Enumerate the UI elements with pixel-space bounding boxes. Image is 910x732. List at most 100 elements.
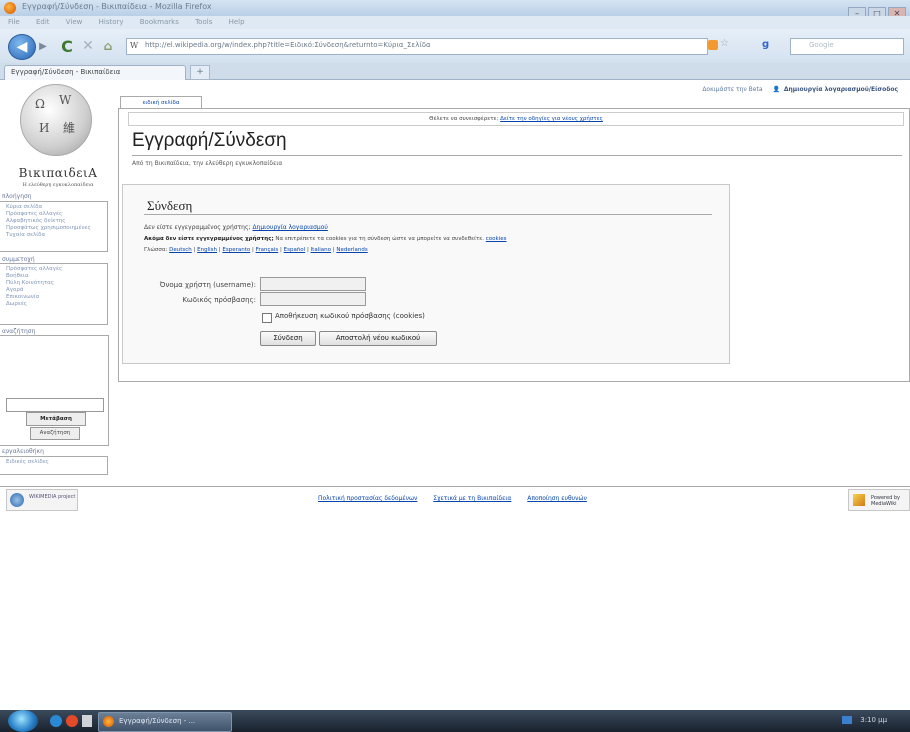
cookies-notice: Ακόμα δεν είστε εγγεγραμμένος χρήστης; Ν… [144, 236, 506, 242]
lang-nederlands[interactable]: Nederlands [336, 247, 367, 253]
window-title: Εγγραφή/Σύνδεση - Βικιπαίδεια - Mozilla … [22, 2, 212, 11]
lang-espanol[interactable]: Español [284, 247, 306, 253]
menu-file[interactable]: File [8, 18, 20, 26]
system-tray: 3:10 μμ [842, 716, 887, 724]
toolbox-header: εργαλειοθήκη [2, 448, 44, 455]
sidebar-item-portal[interactable]: Πύλη Κοινότητας [6, 280, 107, 287]
home-icon: ⌂ [103, 39, 113, 53]
clock[interactable]: 3:10 μμ [860, 716, 887, 724]
login-legend: Σύνδεση [147, 198, 193, 213]
forward-button[interactable]: ▶ [36, 39, 50, 53]
mediawiki-icon [853, 494, 865, 506]
user-icon: 👤 [772, 86, 780, 93]
menu-view[interactable]: View [66, 18, 83, 26]
menu-help[interactable]: Help [229, 18, 245, 26]
cookies-link[interactable]: cookies [486, 236, 507, 242]
search-button[interactable]: Αναζήτηση [30, 427, 80, 440]
google-icon: g [762, 39, 770, 50]
firefox-icon [4, 2, 16, 14]
sidebar-item-main-page[interactable]: Κύρια σελίδα [6, 204, 107, 211]
sidebar-item-contact[interactable]: Επικοινωνία [6, 294, 107, 301]
window-title-bar[interactable]: Εγγραφή/Σύνδεση - Βικιπαίδεια - Mozilla … [0, 0, 910, 16]
wikimedia-logo[interactable]: WIKIMEDIA project [6, 489, 78, 511]
sidebar-item-random[interactable]: Τυχαία σελίδα [6, 232, 107, 239]
logo-slogan: Η ελεύθερη εγκυκλοπαίδεια [22, 182, 94, 188]
footer-links: Πολιτική προστασίας δεδομένων Σχετικά με… [318, 495, 601, 502]
menu-tools[interactable]: Tools [195, 18, 212, 26]
interaction-portlet: Πρόσφατες αλλαγές Βοήθεια Πύλη Κοινότητα… [0, 263, 108, 325]
password-field[interactable] [260, 292, 366, 306]
back-arrow-icon: ◀ [16, 39, 28, 55]
puzzle-globe-icon: ΩWИ維 [20, 84, 92, 156]
create-account-link[interactable]: Δημιουργία λογαριασμού [252, 224, 327, 231]
remember-label: Αποθήκευση κωδικού πρόσβασης (cookies) [275, 312, 425, 320]
language-links: Γλώσσα: Deutsch | English | Esperanto | … [144, 247, 368, 253]
navigation-header: πλοήγηση [2, 193, 32, 200]
footer-divider [0, 486, 910, 487]
browser-search-input[interactable]: Google [790, 38, 904, 55]
back-button[interactable]: ◀ [8, 34, 36, 60]
site-notice-link[interactable]: Δείτε την οδηγίες για νέους χρήστες [500, 116, 603, 122]
mediawiki-text: Powered by MediaWiki [871, 495, 900, 507]
username-label: Όνομα χρήστη (username): [159, 281, 256, 289]
password-label: Κωδικός πρόσβασης: [182, 296, 256, 304]
start-button[interactable] [8, 710, 38, 732]
rss-icon[interactable] [708, 40, 718, 50]
site-notice-text: Θέλετε να συνεισφέρετε; [429, 116, 499, 122]
search-placeholder: Google [809, 41, 834, 49]
address-bar[interactable]: W http://el.wikipedia.org/w/index.php?ti… [126, 38, 708, 55]
mail-password-button[interactable]: Αποστολή νέου κωδικού [319, 331, 437, 346]
lang-english[interactable]: English [197, 247, 217, 253]
reload-button[interactable]: C [58, 36, 76, 56]
firefox-task-icon [103, 716, 114, 727]
stop-button[interactable]: ✕ [80, 37, 96, 55]
remember-checkbox[interactable] [262, 313, 272, 323]
sidebar-item-index[interactable]: Αλφαβητικός δείκτης [6, 218, 107, 225]
sidebar-item-donate[interactable]: Δωρεές [6, 301, 107, 308]
lang-deutsch[interactable]: Deutsch [169, 247, 192, 253]
about-link[interactable]: Σχετικά με τη Βικιπαίδεια [433, 495, 511, 502]
menu-bookmarks[interactable]: Bookmarks [140, 18, 179, 26]
url-text: http://el.wikipedia.org/w/index.php?titl… [145, 41, 431, 49]
reload-icon: C [61, 36, 73, 56]
site-subtitle: Από τη Βικιπαίδεια, την ελεύθερη εγκυκλο… [132, 160, 283, 167]
create-account-link[interactable]: Δημιουργία λογαριασμού/Είσοδος [784, 86, 898, 93]
browser-tab[interactable]: Εγγραφή/Σύνδεση - Βικιπαίδεια [4, 65, 186, 80]
login-divider [144, 214, 712, 215]
wiki-search-input[interactable] [6, 398, 104, 412]
lang-esperanto[interactable]: Esperanto [222, 247, 250, 253]
menu-edit[interactable]: Edit [36, 18, 50, 26]
cookies-text: Να επιτρέπετε τα cookies για τη σύνδεση … [275, 236, 484, 242]
sidebar-item-special-pages[interactable]: Ειδικές σελίδες [6, 459, 107, 466]
sidebar-item-recently-used[interactable]: Προσφάτως χρησιμοποιημένες [6, 225, 107, 232]
toolbox-portlet: Ειδικές σελίδες [0, 456, 108, 475]
explorer-icon[interactable] [82, 715, 92, 727]
wikimedia-text: WIKIMEDIA project [29, 494, 76, 500]
network-icon[interactable] [842, 716, 852, 724]
login-button[interactable]: Σύνδεση [260, 331, 316, 346]
lang-italiano[interactable]: Italiano [311, 247, 331, 253]
go-button[interactable]: Μετάβαση [26, 412, 86, 426]
mediawiki-logo[interactable]: Powered by MediaWiki [848, 489, 910, 511]
sidebar-item-help[interactable]: Βοήθεια [6, 273, 107, 280]
sidebar-item-recent[interactable]: Πρόσφατες αλλαγές [6, 211, 107, 218]
sidebar-item-agora[interactable]: Αγορά [6, 287, 107, 294]
home-button[interactable]: ⌂ [100, 38, 116, 54]
disclaimer-link[interactable]: Αποποίηση ευθυνών [527, 495, 587, 502]
taskbar-task-label: Εγγραφή/Σύνδεση - ... [119, 717, 196, 725]
search-engine-selector[interactable]: g [760, 38, 786, 53]
taskbar-firefox-item[interactable]: Εγγραφή/Σύνδεση - ... [98, 712, 232, 732]
try-beta-link[interactable]: Δοκιμάστε την Beta [702, 86, 762, 93]
language-label: Γλώσσα: [144, 247, 168, 253]
lang-francais[interactable]: Français [256, 247, 279, 253]
sidebar-item-changes[interactable]: Πρόσφατες αλλαγές [6, 266, 107, 273]
wikipedia-logo[interactable]: ΩWИ維 ΒικιπαιδειΑ Η ελεύθερη εγκυκλοπαίδε… [4, 82, 112, 188]
new-tab-button[interactable]: + [190, 65, 210, 80]
username-field[interactable] [260, 277, 366, 291]
personal-links: Δοκιμάστε την Beta 👤 Δημιουργία λογαριασ… [702, 86, 898, 93]
ie-icon[interactable] [50, 715, 62, 727]
privacy-link[interactable]: Πολιτική προστασίας δεδομένων [318, 495, 417, 502]
bookmark-star-icon[interactable]: ☆ [720, 38, 729, 49]
menu-history[interactable]: History [99, 18, 124, 26]
media-player-icon[interactable] [66, 715, 78, 727]
